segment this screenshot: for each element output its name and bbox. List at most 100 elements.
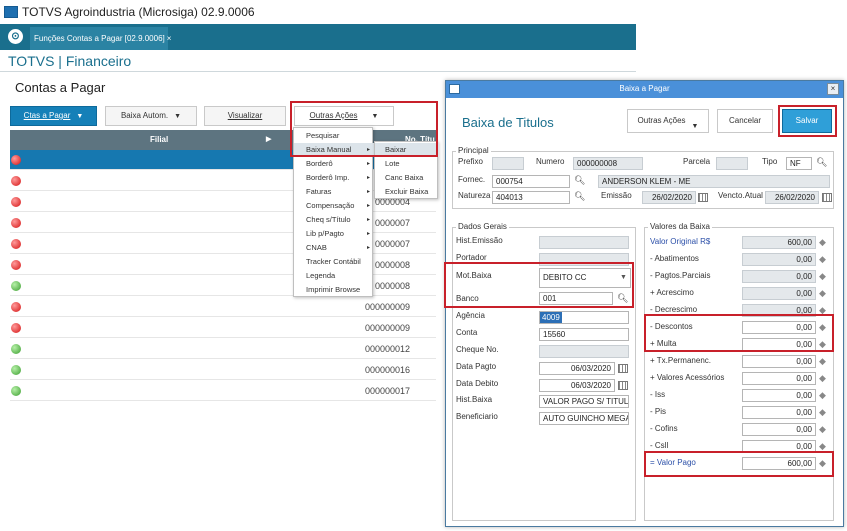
col-filial[interactable]: Filial <box>150 135 168 144</box>
data-pagto-field[interactable]: 06/03/2020 <box>539 362 615 375</box>
beneficiario-field[interactable]: AUTO GUINCHO MEGA <box>539 412 629 425</box>
valor-field[interactable]: 0,00 <box>742 406 816 419</box>
valor-field[interactable]: 0,00 <box>742 253 816 266</box>
agencia-field[interactable]: 4009 <box>539 311 629 324</box>
menu-item-8[interactable]: CNAB ▸ <box>294 241 374 255</box>
menu-item-7[interactable]: Lib p/Pagto ▸ <box>294 227 374 241</box>
valor-field[interactable]: 0,00 <box>742 287 816 300</box>
parcela-field[interactable] <box>716 157 748 170</box>
calendar-icon[interactable] <box>698 193 708 202</box>
numero-field[interactable]: 000000008 <box>573 157 643 170</box>
valor-field[interactable]: 0,00 <box>742 423 816 436</box>
highlight-outras-acoes <box>290 101 438 157</box>
menu-item-3[interactable]: Borderô Imp. ▸ <box>294 171 374 185</box>
menu-item-label: Legenda <box>306 271 336 280</box>
highlight-valor-pago <box>644 451 834 477</box>
calculator-icon[interactable]: ◆ <box>819 272 830 281</box>
status-red-icon <box>11 218 21 228</box>
principal-legend: Principal <box>456 146 491 155</box>
status-red-icon <box>11 260 21 270</box>
calculator-icon[interactable]: ◆ <box>819 255 830 264</box>
menu-item-5[interactable]: Compensação ▸ <box>294 199 374 213</box>
menu-item-4[interactable]: Faturas ▸ <box>294 185 374 199</box>
valor-label: - Pis <box>650 407 666 416</box>
calendar-icon[interactable] <box>618 364 628 373</box>
status-red-icon <box>11 323 21 333</box>
fornec-nome-field: ANDERSON KLEM - ME <box>598 175 830 188</box>
valor-field[interactable]: 0,00 <box>742 389 816 402</box>
data-debito-field[interactable]: 06/03/2020 <box>539 379 615 392</box>
row-titulo: 000000009 <box>364 302 410 312</box>
calculator-icon[interactable]: ◆ <box>819 238 830 247</box>
tab-bar: ⊙ Funções Contas a Pagar [02.9.0006] × <box>0 24 636 50</box>
dialog-outras-acoes-button[interactable]: Outras Ações ▼ <box>627 109 709 133</box>
table-row[interactable]: 000000017 <box>10 381 436 401</box>
valor-field[interactable]: 0,00 <box>742 355 816 368</box>
page-title: Contas a Pagar <box>15 80 106 95</box>
calculator-icon[interactable]: ◆ <box>819 289 830 298</box>
valor-field[interactable]: 0,00 <box>742 270 816 283</box>
dados-gerais-legend: Dados Gerais <box>456 222 509 231</box>
status-green-icon <box>11 281 21 291</box>
natureza-search-icon[interactable]: 🔍︎ <box>574 191 585 201</box>
calculator-icon[interactable]: ◆ <box>819 408 830 417</box>
table-row[interactable]: 000000009 <box>10 297 436 317</box>
menu-item-label: Cheq s/Título <box>306 215 351 224</box>
baixa-autom-button[interactable]: Baixa Autom. ▼ <box>105 106 197 126</box>
conta-field[interactable]: 15560 <box>539 328 629 341</box>
calculator-icon[interactable]: ◆ <box>819 374 830 383</box>
agencia-label: Agência <box>456 311 485 320</box>
submenu-item-1[interactable]: Lote <box>375 157 439 171</box>
calculator-icon[interactable]: ◆ <box>819 425 830 434</box>
cancelar-button[interactable]: Cancelar <box>717 109 773 133</box>
row-titulo: 0000007 <box>374 239 410 249</box>
table-row[interactable]: 000000009 <box>10 318 436 338</box>
table-row[interactable]: 000000012 <box>10 339 436 359</box>
calculator-icon[interactable]: ◆ <box>819 442 830 451</box>
natureza-field[interactable]: 404013 <box>492 191 570 204</box>
valores-legend: Valores da Baixa <box>648 222 712 231</box>
tab-contas-pagar[interactable]: Funções Contas a Pagar [02.9.0006] × <box>30 27 171 50</box>
dialog-bar-title: Baixa a Pagar <box>619 84 670 93</box>
submenu-item-3[interactable]: Excluir Baixa <box>375 185 439 199</box>
row-titulo: 000000009 <box>364 323 410 333</box>
calculator-icon[interactable]: ◆ <box>819 357 830 366</box>
valor-field[interactable]: 600,00 <box>742 236 816 249</box>
valor-label: - Abatimentos <box>650 254 699 263</box>
chevron-down-icon: ▼ <box>174 113 182 120</box>
row-titulo: 000000016 <box>364 365 410 375</box>
calendar-icon[interactable] <box>618 381 628 390</box>
submenu-item-2[interactable]: Canc Baixa <box>375 171 439 185</box>
menu-item-label: Imprimir Browse <box>306 285 361 294</box>
hist-baixa-field[interactable]: VALOR PAGO S/ TITULO <box>539 395 629 408</box>
calendar-icon[interactable] <box>822 193 832 202</box>
menu-item-label: Lib p/Pagto <box>306 229 344 238</box>
window-titlebar: TOTVS Agroindustria (Microsiga) 02.9.000… <box>0 0 847 24</box>
tipo-search-icon[interactable]: 🔍︎ <box>816 157 827 167</box>
menu-item-11[interactable]: Imprimir Browse <box>294 283 374 297</box>
baixa-label: Baixa Autom. <box>120 111 169 120</box>
tab-label: Funções Contas a Pagar [02.9.0006] <box>34 34 165 43</box>
window-title: TOTVS Agroindustria (Microsiga) 02.9.000… <box>22 5 255 19</box>
ctas-a-pagar-button[interactable]: Ctas a Pagar ▼ <box>10 106 97 126</box>
menu-item-2[interactable]: Borderô ▸ <box>294 157 374 171</box>
tipo-field[interactable]: NF <box>786 157 812 170</box>
hist-baixa-label: Hist.Baixa <box>456 395 493 404</box>
submenu-arrow-icon: ▸ <box>366 217 370 223</box>
valor-field[interactable]: 0,00 <box>742 372 816 385</box>
status-green-icon <box>11 386 21 396</box>
menu-item-10[interactable]: Legenda <box>294 269 374 283</box>
menu-item-label: CNAB <box>306 243 327 252</box>
prefixo-field[interactable] <box>492 157 524 170</box>
status-green-icon <box>11 365 21 375</box>
visualizar-button[interactable]: Visualizar <box>204 106 286 126</box>
table-row[interactable]: 000000016 <box>10 360 436 380</box>
fornec-field[interactable]: 000754 <box>492 175 570 188</box>
fornec-search-icon[interactable]: 🔍︎ <box>574 175 585 185</box>
calculator-icon[interactable]: ◆ <box>819 391 830 400</box>
totvs-logo-icon: ⊙ <box>8 29 23 44</box>
tab-close-icon[interactable]: × <box>167 34 172 43</box>
menu-item-9[interactable]: Tracker Contábil <box>294 255 374 269</box>
close-icon[interactable]: × <box>827 83 839 95</box>
menu-item-6[interactable]: Cheq s/Título ▸ <box>294 213 374 227</box>
